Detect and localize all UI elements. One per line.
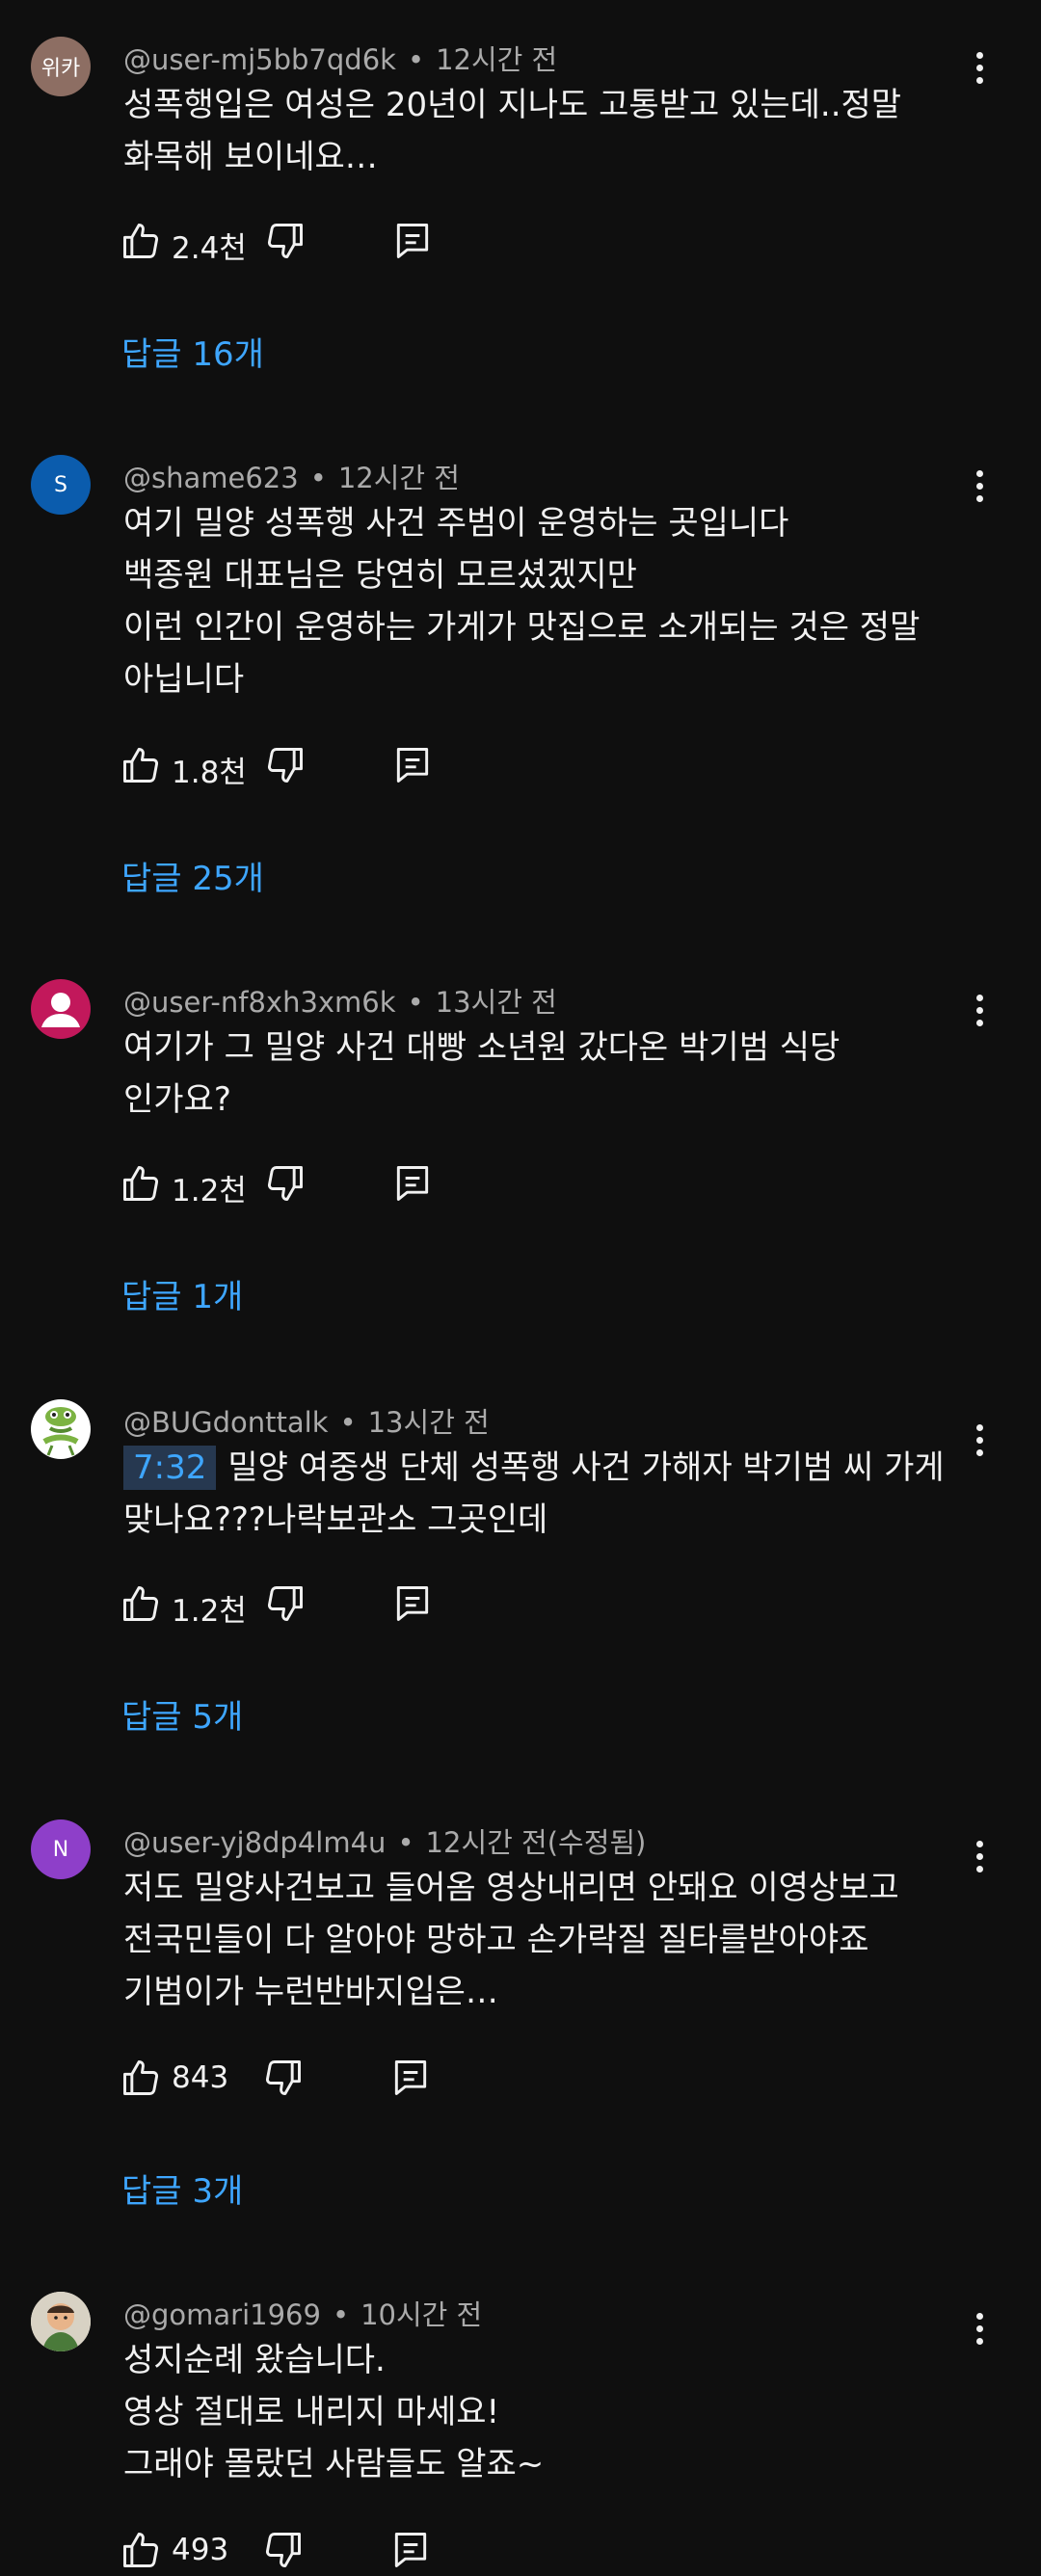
comment: N @user-yj8dp4lm4u • 12시간 전(수정됨) 저도 밀양사건보고…	[0, 1819, 1041, 2224]
thumbs-up-icon[interactable]	[120, 2057, 166, 2103]
separator-dot: •	[397, 1826, 414, 1859]
like-count: 1.2천	[172, 1594, 247, 1629]
comment-line: 그래야 몰랐던 사람들도 알죠~	[123, 2445, 545, 2483]
separator-dot: •	[332, 2298, 350, 2331]
thumbs-down-icon[interactable]	[264, 1162, 310, 1208]
comment-line: 인가요?	[123, 1080, 231, 1119]
like-count: 843	[172, 2060, 229, 2095]
child-photo-icon	[31, 2292, 91, 2351]
view-replies-button[interactable]: 답글 16개	[121, 328, 264, 375]
separator-dot: •	[339, 1406, 357, 1439]
bug-mascot-icon	[42, 1407, 79, 1456]
comment: @BUGdonttalk • 13시간 전 7:32 밀양 여중생 단체 성폭행 사건…	[0, 1399, 1041, 1746]
comment-author[interactable]: @shame623	[123, 462, 299, 494]
comment-text: 여기가 그 밀양 사건 대빵 소년원 갔다온 박기범 식당 인가요?	[123, 1022, 981, 1126]
separator-dot: •	[309, 462, 327, 494]
comment-author[interactable]: @user-mj5bb7qd6k	[123, 43, 396, 76]
comment-line: 이런 인간이 운영하는 가게가 맛집으로 소개되는 것은 정말	[123, 608, 921, 647]
comment-line: 아닙니다	[123, 660, 245, 699]
comment-author[interactable]: @gomari1969	[123, 2298, 321, 2331]
comment-time[interactable]: 12시간 전(수정됨)	[426, 1826, 647, 1859]
thumbs-up-icon[interactable]	[120, 1162, 166, 1208]
comment-time[interactable]: 13시간 전	[368, 1406, 490, 1439]
thumbs-down-icon[interactable]	[264, 1582, 310, 1629]
thumbs-up-icon[interactable]	[120, 2529, 166, 2575]
comment-line: 기범이가 누런반바지입은…	[123, 1973, 498, 2011]
comment-line: 백종원 대표님은 당연히 모르셨겠지만	[123, 556, 637, 595]
separator-dot: •	[407, 43, 425, 76]
comment-author[interactable]: @BUGdonttalk	[123, 1406, 329, 1439]
comment-time[interactable]: 12시간 전	[338, 462, 460, 494]
comment-line: 맞나요???나락보관소 그곳인데	[123, 1500, 548, 1539]
separator-dot: •	[407, 986, 424, 1019]
avatar-text: 위카	[40, 57, 81, 81]
view-replies-button[interactable]: 답글 25개	[121, 852, 264, 899]
comment-time[interactable]: 10시간 전	[360, 2298, 482, 2331]
view-replies-button[interactable]: 답글 3개	[121, 2164, 243, 2212]
reply-comment-icon[interactable]	[391, 1582, 438, 1629]
default-user-icon	[41, 993, 80, 1027]
reply-comment-icon[interactable]	[391, 744, 438, 790]
comment-text: 저도 밀양사건보고 들어옴 영상내리면 안돼요 이영상보고 전국민들이 다 알아…	[123, 1862, 981, 2018]
comment-meta: @user-nf8xh3xm6k • 13시간 전	[123, 983, 557, 1022]
thumbs-up-icon[interactable]	[120, 1582, 166, 1629]
comment-time[interactable]: 12시간 전	[436, 43, 557, 76]
reply-comment-icon[interactable]	[389, 2529, 436, 2575]
video-timestamp-link[interactable]: 7:32	[123, 1446, 217, 1490]
avatar-text: S	[54, 472, 67, 497]
avatar[interactable]	[31, 979, 91, 1039]
comment-meta: @gomari1969 • 10시간 전	[123, 2296, 482, 2334]
avatar-text: N	[52, 1837, 69, 1862]
comment: @user-nf8xh3xm6k • 13시간 전 여기가 그 밀양 사건 대빵 소…	[0, 979, 1041, 1326]
comment-text: 성폭행입은 여성은 20년이 지나도 고통받고 있는데..정말 화목해 보이네요…	[123, 79, 981, 183]
like-count: 2.4천	[172, 231, 247, 266]
comment: S @shame623 • 12시간 전 여기 밀양 성폭행 사건 주범이 운영하는…	[0, 455, 1041, 908]
like-count: 1.2천	[172, 1174, 247, 1208]
thumbs-down-icon[interactable]	[262, 2529, 308, 2575]
like-count: 1.8천	[172, 756, 247, 790]
reply-comment-icon[interactable]	[389, 2057, 436, 2103]
comment-line: 전국민들이 다 알아야 망하고 손가락질 질타를받아야죠	[123, 1921, 869, 1959]
comment-line-text: 밀양 여중생 단체 성폭행 사건 가해자 박기범 씨 가게	[227, 1448, 945, 1487]
avatar[interactable]: S	[31, 455, 91, 515]
comment-text: 7:32 밀양 여중생 단체 성폭행 사건 가해자 박기범 씨 가게 맞나요???…	[123, 1442, 981, 1546]
comment: 위카 @user-mj5bb7qd6k • 12시간 전 성폭행입은 여성은 20년…	[0, 37, 1041, 384]
reply-comment-icon[interactable]	[391, 220, 438, 266]
comment-text: 성지순례 왔습니다. 영상 절대로 내리지 마세요! 그래야 몰랐던 사람들도 …	[123, 2334, 981, 2490]
thumbs-up-icon[interactable]	[120, 744, 166, 790]
comment-line: 영상 절대로 내리지 마세요!	[123, 2393, 500, 2431]
comment-line: 성폭행입은 여성은 20년이 지나도 고통받고 있는데..정말	[123, 86, 902, 124]
avatar[interactable]	[31, 2292, 91, 2351]
comment-meta: @user-yj8dp4lm4u • 12시간 전(수정됨)	[123, 1823, 646, 1862]
view-replies-button[interactable]: 답글 1개	[121, 1270, 243, 1317]
comment-line: 성지순례 왔습니다.	[123, 2341, 386, 2379]
thumbs-up-icon[interactable]	[120, 220, 166, 266]
thumbs-down-icon[interactable]	[262, 2057, 308, 2103]
avatar[interactable]: N	[31, 1819, 91, 1879]
view-replies-button[interactable]: 답글 5개	[121, 1690, 243, 1738]
comment-line: 여기가 그 밀양 사건 대빵 소년원 갔다온 박기범 식당	[123, 1028, 841, 1067]
comment-text: 여기 밀양 성폭행 사건 주범이 운영하는 곳입니다 백종원 대표님은 당연히 …	[123, 497, 981, 705]
comment-author[interactable]: @user-nf8xh3xm6k	[123, 986, 396, 1019]
comment-line: 저도 밀양사건보고 들어옴 영상내리면 안돼요 이영상보고	[123, 1869, 899, 1907]
thumbs-down-icon[interactable]	[264, 744, 310, 790]
avatar[interactable]	[31, 1399, 91, 1459]
comment-meta: @shame623 • 12시간 전	[123, 459, 460, 497]
comment-time[interactable]: 13시간 전	[436, 986, 557, 1019]
thumbs-down-icon[interactable]	[264, 220, 310, 266]
reply-comment-icon[interactable]	[391, 1162, 438, 1208]
avatar[interactable]: 위카	[31, 37, 91, 96]
comment-line: 7:32 밀양 여중생 단체 성폭행 사건 가해자 박기범 씨 가게	[123, 1442, 981, 1494]
comment-author[interactable]: @user-yj8dp4lm4u	[123, 1826, 386, 1859]
comment: @gomari1969 • 10시간 전 성지순례 왔습니다. 영상 절대로 내리지…	[0, 2292, 1041, 2576]
comment-line: 화목해 보이네요…	[123, 138, 378, 176]
comment-meta: @user-mj5bb7qd6k • 12시간 전	[123, 40, 557, 79]
like-count: 493	[172, 2533, 229, 2567]
comment-line: 여기 밀양 성폭행 사건 주범이 운영하는 곳입니다	[123, 504, 789, 543]
comment-meta: @BUGdonttalk • 13시간 전	[123, 1403, 490, 1442]
